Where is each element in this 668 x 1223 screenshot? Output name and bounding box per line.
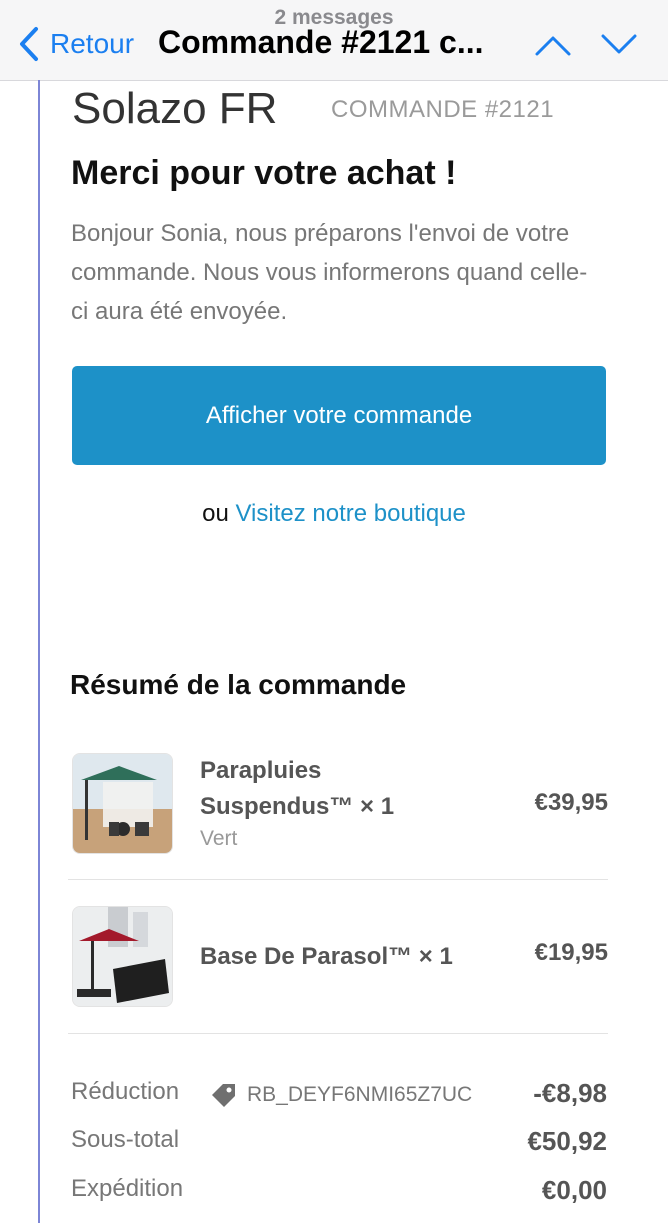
order-summary-title: Résumé de la commande bbox=[70, 669, 407, 700]
item-name-line2: Suspendus™ × 1 bbox=[200, 793, 395, 820]
shipping-row: Expédition €0,00 bbox=[71, 1175, 607, 1209]
item-name-line1: Parapluies bbox=[200, 757, 322, 784]
discount-row: Réduction RB_DEYF6NMI65Z7UC -€8,98 bbox=[71, 1078, 607, 1112]
discount-label: Réduction bbox=[71, 1078, 180, 1105]
subtotal-value: €50,92 bbox=[527, 1126, 607, 1156]
chevron-left-icon bbox=[20, 27, 38, 61]
shipping-value: €0,00 bbox=[541, 1175, 607, 1205]
or-word: ou bbox=[202, 500, 229, 527]
discount-code-text: RB_DEYF6NMI65Z7UC bbox=[247, 1083, 473, 1106]
thread-title: Commande #2121 c... bbox=[158, 24, 484, 60]
list-item: Base De Parasol™ × 1 €19,95 bbox=[72, 906, 608, 1007]
visit-shop-line: ou Visitez notre boutique bbox=[0, 500, 668, 528]
product-thumbnail bbox=[72, 906, 173, 1007]
subtotal-row: Sous-total €50,92 bbox=[71, 1126, 607, 1160]
shop-name: Solazo FR bbox=[72, 84, 278, 133]
product-thumbnail bbox=[72, 753, 173, 854]
chevron-up-icon[interactable] bbox=[534, 30, 572, 60]
intro-text: Bonjour Sonia, nous préparons l'envoi de… bbox=[71, 220, 588, 325]
shipping-label: Expédition bbox=[71, 1175, 184, 1202]
divider bbox=[68, 1033, 608, 1034]
divider bbox=[68, 879, 608, 880]
visit-shop-link[interactable]: Visitez notre boutique bbox=[235, 500, 465, 527]
thread-indicator-line bbox=[38, 80, 40, 1223]
item-name: Base De Parasol™ × 1 bbox=[200, 943, 453, 970]
back-button[interactable]: Retour bbox=[18, 26, 134, 62]
mail-nav-bar: 2 messages Retour Commande #2121 c... bbox=[0, 0, 668, 81]
item-price: €19,95 bbox=[534, 939, 608, 966]
discount-code: RB_DEYF6NMI65Z7UC bbox=[209, 1080, 472, 1110]
chevron-down-icon[interactable] bbox=[600, 30, 638, 60]
thanks-heading: Merci pour votre achat ! bbox=[71, 154, 457, 192]
order-number: COMMANDE #2121 bbox=[331, 96, 555, 123]
subtotal-label: Sous-total bbox=[71, 1126, 180, 1153]
list-item: Parapluies Suspendus™ × 1 Vert €39,95 bbox=[72, 753, 608, 854]
item-price: €39,95 bbox=[534, 789, 608, 816]
discount-value: -€8,98 bbox=[533, 1078, 607, 1108]
item-variant: Vert bbox=[200, 827, 238, 850]
tag-icon bbox=[212, 1084, 235, 1107]
back-label: Retour bbox=[50, 28, 135, 59]
view-order-button[interactable]: Afficher votre commande bbox=[72, 366, 606, 465]
